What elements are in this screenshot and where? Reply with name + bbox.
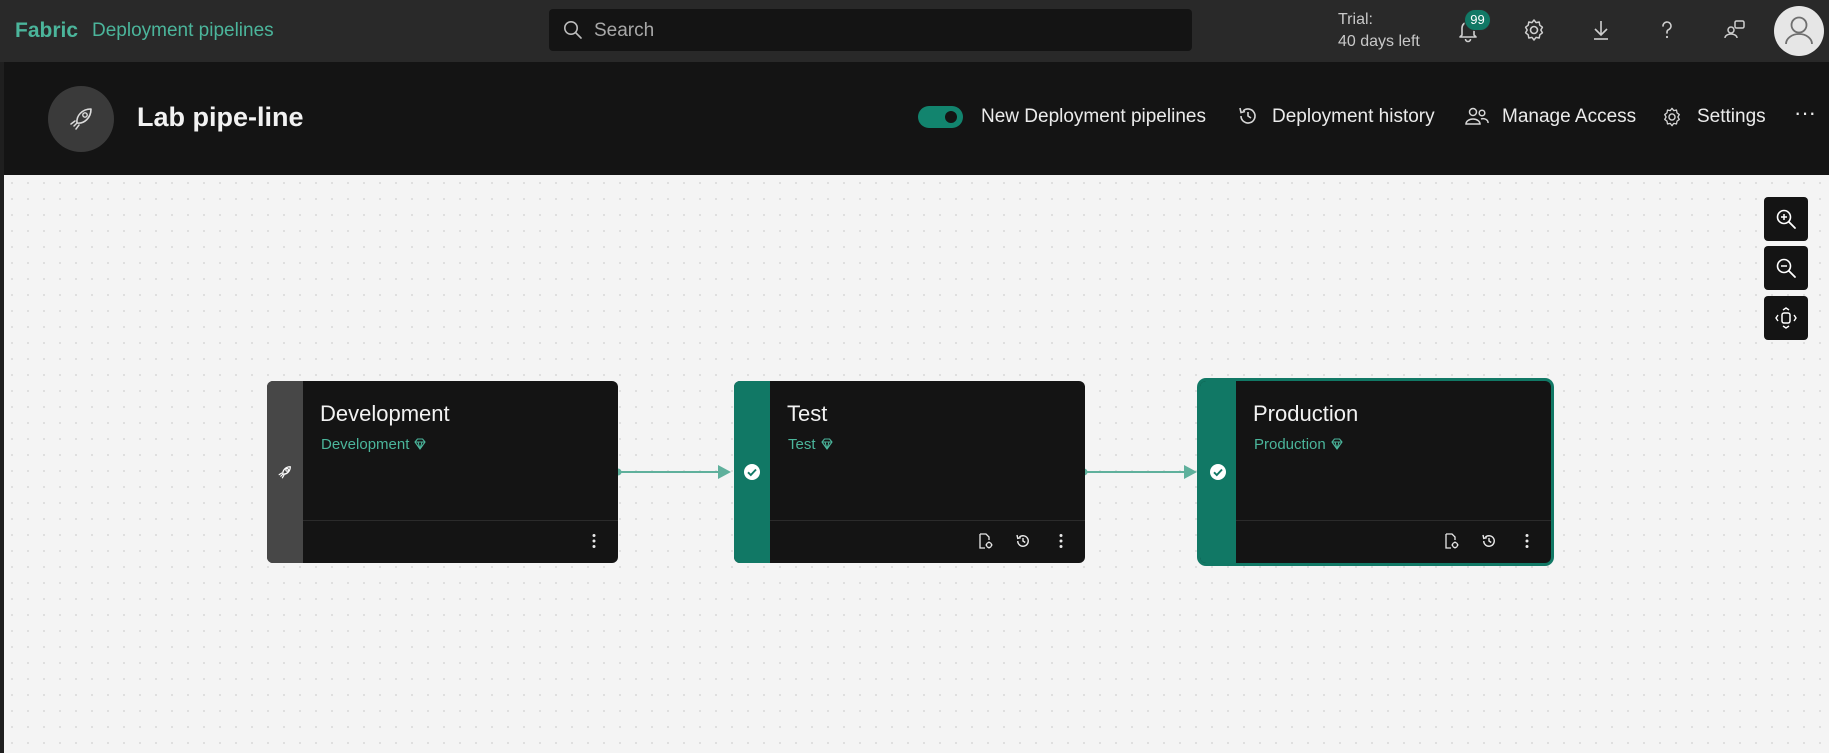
deployment-history-button[interactable]: Deployment history xyxy=(1272,106,1435,128)
stage-name: Development xyxy=(320,401,450,426)
stage-status-strip xyxy=(734,381,770,563)
page-title: Lab pipe-line xyxy=(137,102,304,132)
rocket-icon xyxy=(276,463,294,481)
more-vertical-icon[interactable] xyxy=(1050,530,1072,552)
help-icon[interactable] xyxy=(1652,15,1682,45)
history-icon xyxy=(1236,104,1260,128)
settings-button[interactable]: Settings xyxy=(1697,106,1766,128)
search-placeholder: Search xyxy=(594,20,655,41)
deployment-rules-icon[interactable] xyxy=(1440,530,1462,552)
notification-badge: 99 xyxy=(1464,9,1491,31)
workspace-link[interactable]: Production xyxy=(1254,436,1344,453)
workspace-link[interactable]: Development xyxy=(321,436,427,453)
diamond-icon xyxy=(1331,438,1343,450)
stage-card-test[interactable]: Test Test xyxy=(734,381,1085,563)
rocket-icon xyxy=(48,86,114,152)
trial-label: Trial: xyxy=(1338,11,1373,28)
zoom-in-button[interactable] xyxy=(1764,197,1808,241)
more-vertical-icon[interactable] xyxy=(1516,530,1538,552)
share-icon[interactable] xyxy=(1719,15,1749,45)
stage-status-strip xyxy=(267,381,303,563)
new-pipelines-toggle[interactable] xyxy=(918,106,963,128)
stage-name: Production xyxy=(1253,401,1359,426)
check-circle-icon xyxy=(1209,463,1227,481)
workspace-name: Development xyxy=(321,436,410,453)
people-icon xyxy=(1464,104,1490,128)
stage-connector xyxy=(615,465,731,479)
workspace-name: Production xyxy=(1254,436,1326,453)
more-vertical-icon[interactable] xyxy=(583,530,605,552)
avatar[interactable] xyxy=(1774,6,1824,56)
fit-to-view-button[interactable] xyxy=(1764,296,1808,340)
gear-icon[interactable] xyxy=(1519,15,1549,45)
manage-access-button[interactable]: Manage Access xyxy=(1502,106,1636,128)
history-icon[interactable] xyxy=(1012,530,1034,552)
new-pipelines-label: New Deployment pipelines xyxy=(981,106,1206,127)
diamond-icon xyxy=(414,438,426,450)
check-circle-icon xyxy=(743,463,761,481)
trial-days-left: 40 days left xyxy=(1338,33,1420,50)
diamond-icon xyxy=(820,438,833,450)
search-input[interactable]: Search xyxy=(549,9,1192,51)
history-icon[interactable] xyxy=(1478,530,1500,552)
stage-name: Test xyxy=(787,401,828,426)
pipeline-header: Lab pipe-line New Deployment pipelines D… xyxy=(4,62,1829,175)
search-icon xyxy=(563,20,583,40)
zoom-out-button[interactable] xyxy=(1764,246,1808,290)
stage-card-production[interactable]: Production Production xyxy=(1200,381,1551,563)
stage-connector xyxy=(1081,465,1197,479)
top-bar: Fabric Deployment pipelines Search Trial… xyxy=(0,0,1829,62)
fabric-brand[interactable]: Fabric xyxy=(15,19,78,43)
stage-card-development[interactable]: Development Development xyxy=(267,381,618,563)
product-name[interactable]: Deployment pipelines xyxy=(92,20,274,42)
stage-status-strip xyxy=(1200,381,1236,563)
trial-status[interactable]: Trial: 40 days left xyxy=(1338,9,1420,53)
more-options-button[interactable]: ··· xyxy=(1794,100,1816,126)
workspace-link[interactable]: Test xyxy=(788,436,834,453)
workspace-name: Test xyxy=(788,436,816,453)
download-icon[interactable] xyxy=(1586,15,1616,45)
settings-icon xyxy=(1659,104,1685,130)
deployment-rules-icon[interactable] xyxy=(974,530,996,552)
